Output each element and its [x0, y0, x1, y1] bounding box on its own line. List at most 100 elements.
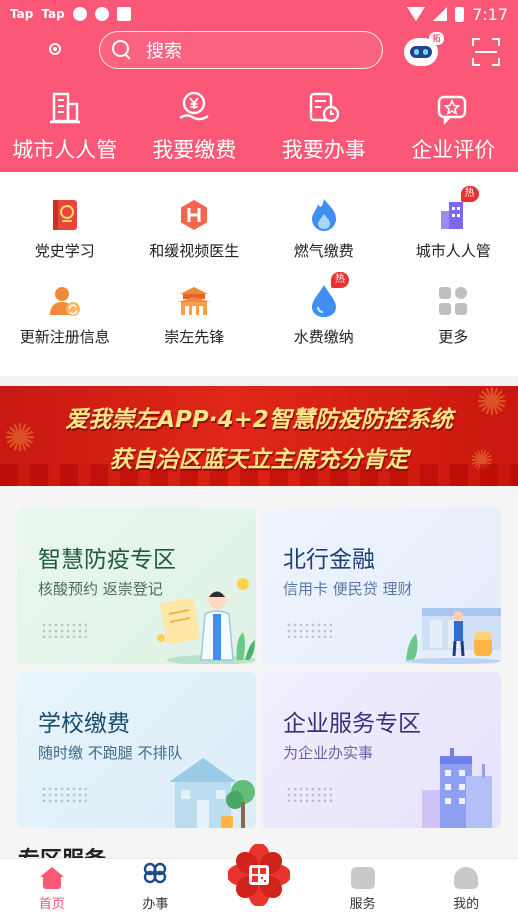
top-nav-label: 我要缴费	[152, 138, 237, 162]
service-chongzuo-pioneer[interactable]: 崇左先锋	[130, 262, 260, 348]
top-nav-payment[interactable]: 我要缴费	[130, 90, 260, 170]
service-water-payment[interactable]: 热 水费缴纳	[259, 262, 389, 348]
water-drop-icon	[307, 284, 341, 318]
card-subtitle: 核酸预约 返崇登记	[38, 580, 163, 598]
tab-label: 服务	[349, 897, 376, 912]
feature-cards: 智慧防疫专区 核酸预约 返崇登记 北行金融 信用卡 便民贷 理财 学校缴费 随时…	[0, 504, 518, 859]
banner-line-2: 获自治区蓝天立主席充分肯定	[109, 447, 409, 473]
card-school-payment[interactable]: 学校缴费 随时缴 不跑腿 不排队	[17, 672, 256, 828]
pavilion-icon	[177, 284, 211, 318]
dots-decoration	[286, 786, 332, 802]
header: Tap Tap 7:17 搜索 拓 城市人人管 我要缴费 我要办事 企业评价	[0, 0, 518, 172]
service-label: 城市人人管	[415, 242, 491, 260]
app-notification-icon	[116, 7, 131, 21]
card-subtitle: 信用卡 便民贷 理财	[283, 580, 413, 598]
location-icon[interactable]	[49, 43, 61, 55]
quick-services-row: 党史学习 和缓视频医生 燃气缴费 热 城市人人管	[0, 176, 518, 262]
banner-line-1: 爱我崇左APP·4+2智慧防疫防控系统	[65, 407, 453, 433]
top-nav-enterprise-rating[interactable]: 企业评价	[389, 90, 518, 170]
service-label: 党史学习	[34, 242, 95, 260]
tab-services[interactable]: 服务	[311, 859, 415, 920]
tab-affairs[interactable]: 办事	[104, 859, 208, 920]
service-label: 水费缴纳	[293, 328, 354, 346]
service-label: 更多	[438, 328, 469, 346]
card-title: 学校缴费	[38, 711, 130, 737]
qr-flower-icon	[227, 843, 291, 907]
enterprise-building-illustration	[422, 748, 492, 828]
tab-label: 首页	[38, 897, 65, 912]
wifi-icon	[407, 7, 426, 21]
status-bar: Tap Tap 7:17	[0, 0, 518, 28]
doctor-illustration	[157, 578, 255, 664]
school-illustration	[169, 758, 255, 828]
document-clock-icon	[306, 90, 342, 126]
tab-label: 我的	[453, 897, 480, 912]
user-update-icon	[48, 284, 82, 318]
card-title: 智慧防疫专区	[38, 547, 176, 573]
top-nav-label: 城市人人管	[12, 138, 118, 162]
top-nav: 城市人人管 我要缴费 我要办事 企业评价	[0, 90, 518, 170]
service-update-registration[interactable]: 更新注册信息	[0, 262, 130, 348]
service-video-doctor[interactable]: 和缓视频医生	[130, 176, 260, 262]
dots-decoration	[41, 786, 87, 802]
assistant-badge: 拓	[429, 32, 444, 45]
scan-icon[interactable]	[472, 38, 500, 66]
finance-illustration	[405, 608, 501, 664]
card-beibu-finance[interactable]: 北行金融 信用卡 便民贷 理财	[262, 508, 501, 664]
building-icon	[47, 90, 83, 126]
knot-icon	[142, 861, 168, 889]
yen-hand-icon	[176, 90, 212, 126]
search-placeholder: 搜索	[146, 41, 182, 62]
dots-decoration	[286, 622, 332, 638]
tap-badge: Tap	[10, 7, 34, 21]
card-epidemic-prevention[interactable]: 智慧防疫专区 核酸预约 返崇登记	[17, 508, 256, 664]
dots-decoration	[41, 622, 87, 638]
search-bar[interactable]: 搜索	[99, 31, 383, 69]
clock: 7:17	[472, 4, 508, 24]
section-divider	[0, 376, 518, 386]
qr-scan-center-button[interactable]	[227, 843, 291, 907]
card-title: 北行金融	[283, 547, 375, 573]
hospital-hexagon-icon	[177, 198, 211, 232]
party-book-icon	[48, 198, 82, 232]
top-nav-label: 企业评价	[411, 138, 496, 162]
card-subtitle: 随时缴 不跑腿 不排队	[38, 744, 183, 762]
service-label: 更新注册信息	[19, 328, 110, 346]
tab-home[interactable]: 首页	[0, 859, 104, 920]
section-divider	[0, 486, 518, 504]
home-icon	[39, 867, 65, 889]
promo-banner[interactable]: ✺ ✺ ✺ 爱我崇左APP·4+2智慧防疫防控系统 获自治区蓝天立主席充分肯定	[0, 386, 518, 486]
app-notification-icon	[94, 7, 109, 21]
card-enterprise-services[interactable]: 企业服务专区 为企业办实事	[262, 672, 501, 828]
service-label: 和缓视频医生	[149, 242, 240, 260]
card-subtitle: 为企业办实事	[283, 744, 374, 762]
tab-mine[interactable]: 我的	[414, 859, 518, 920]
service-icon	[350, 867, 375, 889]
hot-badge: 热	[331, 272, 349, 288]
service-more[interactable]: 更多	[389, 262, 518, 348]
app-notification-icon	[72, 7, 87, 21]
top-nav-affairs[interactable]: 我要办事	[259, 90, 389, 170]
top-nav-label: 我要办事	[281, 138, 366, 162]
service-gas-payment[interactable]: 燃气缴费	[259, 176, 389, 262]
battery-icon	[455, 6, 465, 22]
signal-icon	[433, 7, 448, 21]
more-grid-icon	[436, 284, 470, 318]
search-icon	[112, 40, 132, 60]
service-label: 燃气缴费	[293, 242, 354, 260]
card-title: 企业服务专区	[283, 711, 421, 737]
tap-badge: Tap	[41, 7, 65, 21]
assistant-robot-icon[interactable]: 拓	[404, 32, 444, 68]
quick-services: 党史学习 和缓视频医生 燃气缴费 热 城市人人管 更新注册信息 崇左先锋 热 水…	[0, 172, 518, 376]
top-nav-city-management[interactable]: 城市人人管	[0, 90, 130, 170]
star-chat-icon	[435, 90, 471, 126]
flame-icon	[307, 198, 341, 232]
hot-badge: 热	[460, 186, 479, 202]
service-party-history[interactable]: 党史学习	[0, 176, 130, 262]
city-building-icon	[436, 198, 470, 232]
service-city-management[interactable]: 热 城市人人管	[389, 176, 518, 262]
quick-services-row: 更新注册信息 崇左先锋 热 水费缴纳 更多	[0, 262, 518, 348]
tab-label: 办事	[142, 897, 169, 912]
service-label: 崇左先锋	[164, 328, 225, 346]
person-icon	[454, 867, 479, 889]
